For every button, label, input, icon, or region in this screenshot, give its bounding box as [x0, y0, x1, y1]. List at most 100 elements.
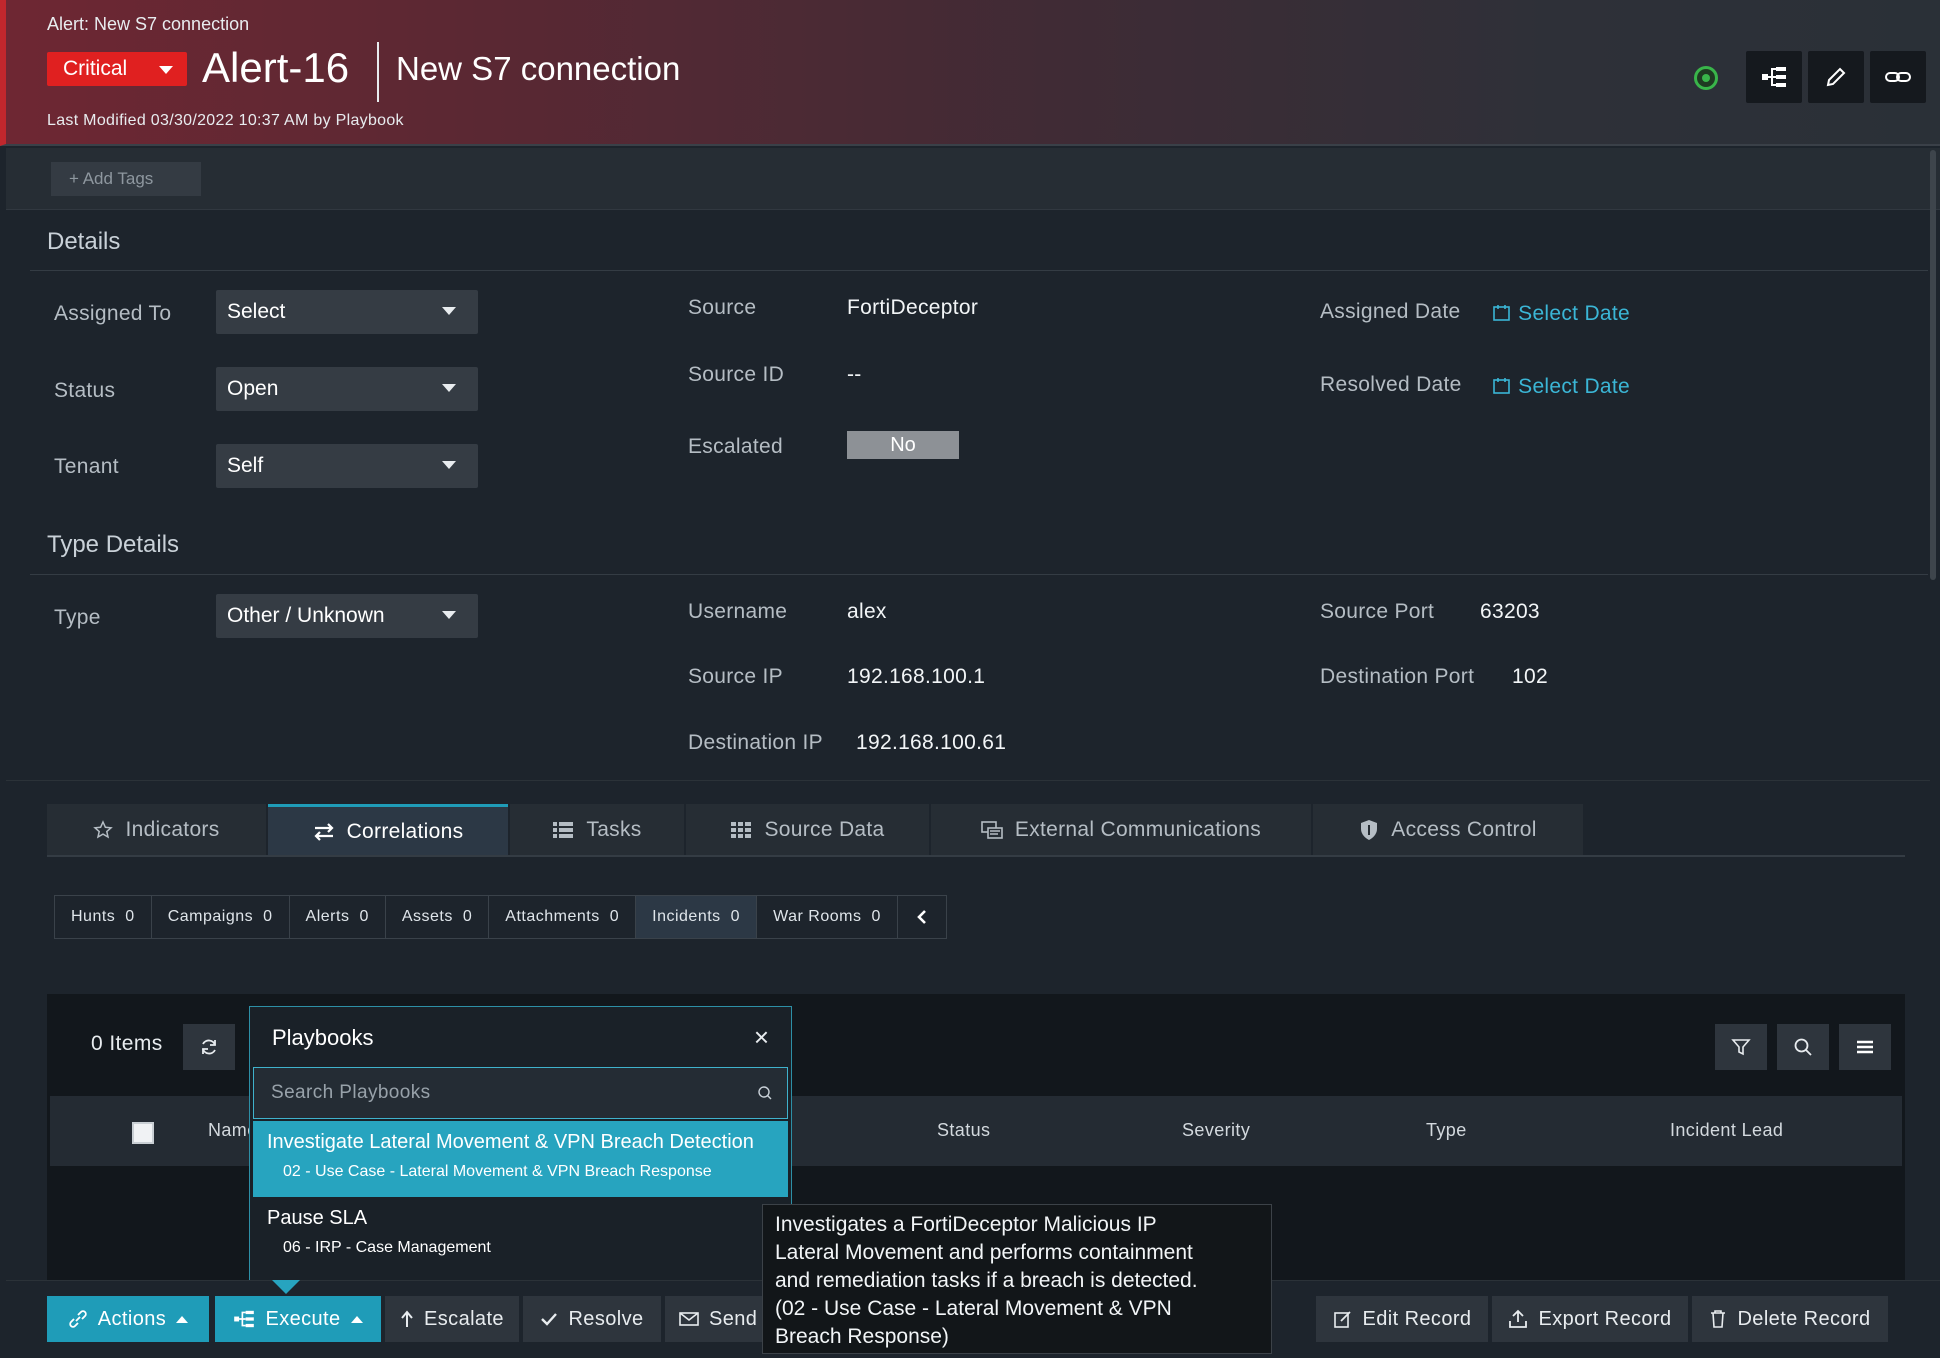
details-section-title: Details — [47, 228, 121, 255]
delete-record-label: Delete Record — [1737, 1307, 1871, 1330]
tenant-select[interactable]: Self — [216, 444, 478, 488]
subtabs-scroll-left-button[interactable] — [897, 896, 946, 938]
subtab-count: 0 — [263, 908, 273, 925]
assigned-to-label: Assigned To — [54, 302, 172, 325]
tabs-divider — [47, 855, 1905, 857]
playbook-status-icon[interactable] — [1694, 66, 1718, 90]
resolve-button[interactable]: Resolve — [523, 1296, 661, 1342]
details-divider — [30, 270, 1928, 271]
subtab-label: Incidents — [652, 908, 721, 925]
copy-link-button[interactable] — [1870, 51, 1926, 103]
status-value: Open — [227, 377, 279, 400]
tab-correlations[interactable]: Correlations — [268, 804, 508, 856]
subtab-label: Alerts — [305, 908, 350, 925]
column-header-incident-lead[interactable]: Incident Lead — [1670, 1120, 1783, 1141]
select-all-checkbox[interactable] — [132, 1122, 154, 1144]
send-button[interactable]: Send — [665, 1296, 765, 1342]
menu-icon — [1857, 1040, 1873, 1054]
export-icon — [1509, 1309, 1528, 1328]
subtab-count: 0 — [871, 908, 881, 925]
star-icon — [93, 820, 114, 839]
tab-indicators[interactable]: Indicators — [47, 804, 266, 856]
playbook-item[interactable]: Pause SLA 06 - IRP - Case Management — [253, 1197, 788, 1273]
execute-label: Execute — [265, 1307, 341, 1330]
resolved-date-value: Select Date — [1518, 375, 1630, 398]
subtab-count: 0 — [125, 908, 135, 925]
tooltip-line: (02 - Use Case - Lateral Movement & VPN — [775, 1297, 1172, 1320]
trash-icon — [1711, 1310, 1726, 1328]
assigned-date-label: Assigned Date — [1320, 300, 1461, 323]
delete-record-button[interactable]: Delete Record — [1692, 1296, 1888, 1342]
escalated-label: Escalated — [688, 435, 783, 458]
subtab-alerts[interactable]: Alerts 0 — [289, 896, 386, 938]
execute-button[interactable]: Execute — [215, 1296, 381, 1342]
assigned-to-select[interactable]: Select — [216, 290, 478, 334]
actions-label: Actions — [97, 1307, 167, 1330]
close-icon[interactable]: × — [754, 1024, 769, 1050]
filter-button[interactable] — [1715, 1024, 1767, 1070]
grid-search-button[interactable] — [1777, 1024, 1829, 1070]
destination-ip-value: 192.168.100.61 — [856, 731, 1007, 754]
edit-icon — [1333, 1311, 1351, 1328]
items-count: 0 Items — [91, 1032, 163, 1055]
tab-external-communications[interactable]: External Communications — [931, 804, 1311, 856]
search-icon — [1794, 1038, 1812, 1056]
status-select[interactable]: Open — [216, 367, 478, 411]
escalate-button[interactable]: Escalate — [385, 1296, 519, 1342]
subtab-war-rooms[interactable]: War Rooms 0 — [757, 896, 898, 938]
type-select[interactable]: Other / Unknown — [216, 594, 478, 638]
tooltip-line: and remediation tasks if a breach is det… — [775, 1269, 1198, 1292]
export-record-button[interactable]: Export Record — [1492, 1296, 1688, 1342]
shield-icon — [1361, 820, 1378, 840]
playbook-item[interactable]: Investigate Lateral Movement & VPN Breac… — [253, 1121, 788, 1197]
tab-tasks[interactable]: Tasks — [510, 804, 684, 856]
subtab-hunts[interactable]: Hunts 0 — [55, 896, 152, 938]
playbooks-popup-title: Playbooks — [272, 1025, 374, 1050]
playbook-collection: 06 - IRP - Case Management — [283, 1239, 491, 1256]
checkmark-icon — [541, 1313, 558, 1326]
assigned-date-picker[interactable]: Select Date — [1492, 302, 1630, 326]
refresh-button[interactable] — [183, 1024, 235, 1070]
subtab-count: 0 — [609, 908, 620, 925]
escalated-toggle[interactable]: No — [847, 431, 959, 459]
tab-label: Source Data — [764, 818, 885, 841]
refresh-icon — [202, 1039, 216, 1055]
tooltip-line: Lateral Movement and performs containmen… — [775, 1241, 1193, 1264]
execute-tree-button[interactable] — [1746, 51, 1802, 103]
subtab-label: Hunts — [71, 908, 116, 925]
page-scrollbar[interactable] — [1930, 150, 1936, 580]
tenant-value: Self — [227, 454, 264, 477]
subtab-campaigns[interactable]: Campaigns 0 — [151, 896, 290, 938]
source-id-label: Source ID — [688, 363, 785, 386]
subtab-count: 0 — [730, 908, 741, 925]
actions-button[interactable]: Actions — [47, 1296, 209, 1342]
subtab-assets[interactable]: Assets 0 — [385, 896, 490, 938]
caret-down-icon — [442, 611, 456, 619]
subtab-attachments[interactable]: Attachments 0 — [489, 896, 637, 938]
severity-label: Critical — [63, 57, 128, 80]
subtab-label: Assets — [401, 908, 453, 925]
subtab-incidents[interactable]: Incidents 0 — [636, 896, 758, 938]
source-port-value: 63203 — [1480, 600, 1540, 623]
severity-dropdown[interactable]: Critical — [47, 52, 187, 86]
chevron-left-icon — [917, 910, 926, 924]
playbooks-popup: Playbooks × Search Playbooks Investigate… — [249, 1006, 792, 1281]
tab-source-data[interactable]: Source Data — [686, 804, 929, 856]
column-header-type[interactable]: Type — [1426, 1120, 1467, 1141]
filter-icon — [1731, 1039, 1751, 1056]
caret-up-icon — [350, 1315, 363, 1323]
playbook-search-input[interactable]: Search Playbooks — [253, 1067, 788, 1119]
columns-menu-button[interactable] — [1839, 1024, 1891, 1070]
calendar-icon — [1493, 305, 1510, 321]
edit-record-button[interactable]: Edit Record — [1316, 1296, 1488, 1342]
edit-button[interactable] — [1808, 51, 1864, 103]
column-header-severity[interactable]: Severity — [1182, 1120, 1250, 1141]
export-record-label: Export Record — [1538, 1307, 1672, 1330]
resolved-date-picker[interactable]: Select Date — [1492, 375, 1630, 399]
execute-tree-icon — [234, 1310, 255, 1328]
add-tags-button[interactable]: + Add Tags — [51, 162, 201, 196]
section-divider — [6, 780, 1930, 781]
column-header-status[interactable]: Status — [937, 1120, 990, 1141]
tab-access-control[interactable]: Access Control — [1313, 804, 1583, 856]
caret-down-icon — [442, 384, 456, 392]
